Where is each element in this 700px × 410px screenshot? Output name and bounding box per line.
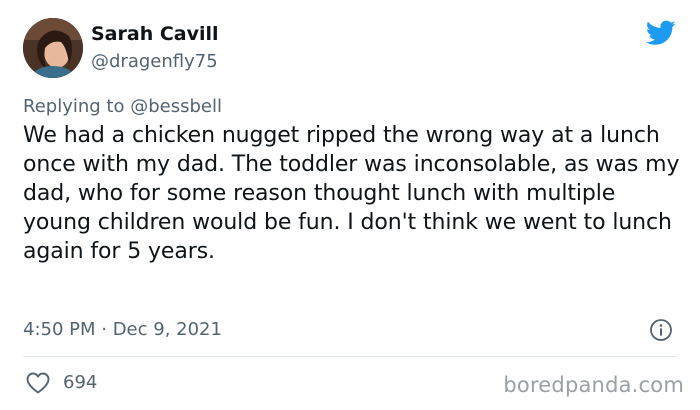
reply-mention-link[interactable]: @bessbell: [130, 96, 222, 117]
replying-to: Replying to @bessbell: [23, 96, 222, 117]
author-handle[interactable]: @dragenfly75: [91, 51, 218, 72]
heart-outline-icon[interactable]: [26, 372, 50, 394]
tweet-timestamp[interactable]: 4:50 PM · Dec 9, 2021: [23, 319, 222, 340]
tweet-card: Sarah Cavill @dragenfly75 Replying to @b…: [0, 0, 700, 410]
avatar-photo: [23, 18, 83, 78]
avatar[interactable]: [23, 18, 83, 78]
twitter-bird-icon[interactable]: [646, 20, 676, 46]
watermark: boredpanda.com: [503, 373, 684, 397]
info-icon[interactable]: [649, 318, 673, 342]
author-display-name[interactable]: Sarah Cavill: [91, 23, 219, 45]
tweet-text: We had a chicken nugget ripped the wrong…: [23, 123, 680, 264]
divider: [23, 356, 678, 357]
like-count: 694: [63, 372, 98, 393]
replying-to-prefix: Replying to: [23, 96, 125, 117]
